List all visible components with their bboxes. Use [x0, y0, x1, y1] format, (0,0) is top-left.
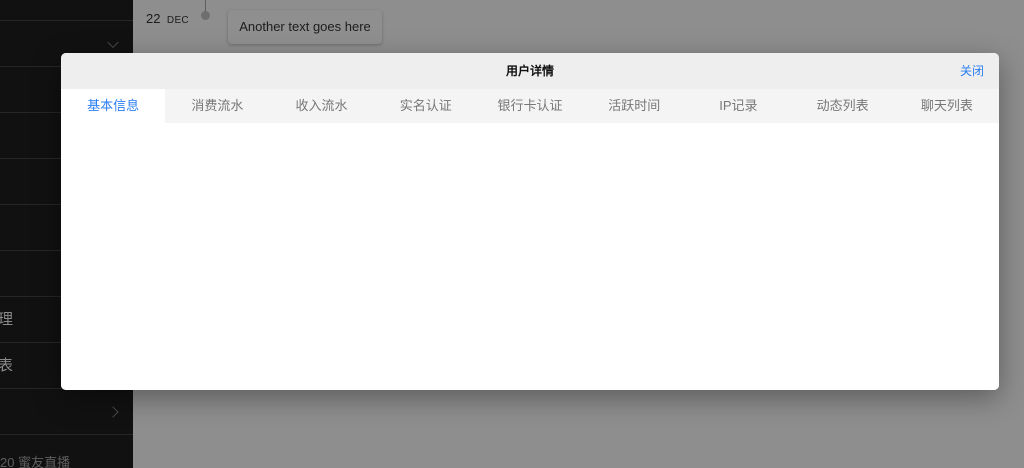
close-button[interactable]: 关闭 [960, 53, 984, 89]
chevron-down-icon [107, 36, 119, 48]
sidebar-item-label[interactable]: 20 蜜友直播 [0, 452, 70, 468]
user-details-modal: 用户详情 关闭 基本信息 消费流水 收入流水 实名认证 银行卡认证 活跃时间 I… [61, 53, 999, 390]
timeline-card: Another text goes here [228, 10, 382, 44]
tab-identity-verification[interactable]: 实名认证 [374, 89, 478, 123]
timeline-month: DEC [166, 15, 189, 26]
tab-active-time[interactable]: 活跃时间 [582, 89, 686, 123]
sidebar-item-label: 理 [0, 311, 14, 328]
tab-spending-history[interactable]: 消费流水 [165, 89, 269, 123]
tab-chat-list[interactable]: 聊天列表 [895, 89, 999, 123]
tab-bank-card-verification[interactable]: 银行卡认证 [478, 89, 582, 123]
chevron-right-icon [107, 405, 119, 418]
tab-income-history[interactable]: 收入流水 [269, 89, 373, 123]
modal-title: 用户详情 [505, 64, 554, 78]
sidebar-item[interactable] [0, 0, 133, 21]
tab-bar: 基本信息 消费流水 收入流水 实名认证 银行卡认证 活跃时间 IP记录 动态列表… [61, 89, 999, 123]
timeline-day: 22 [146, 11, 161, 26]
sidebar-item-label: 表 [0, 357, 14, 374]
timeline-date: 22 DEC [146, 10, 189, 28]
timeline-dot [201, 11, 210, 20]
tab-ip-records[interactable]: IP记录 [686, 89, 790, 123]
tab-basic-info[interactable]: 基本信息 [61, 89, 166, 123]
tab-posts-list[interactable]: 动态列表 [791, 89, 895, 123]
sidebar-item-expandable[interactable] [0, 389, 133, 435]
tab-content-panel [61, 123, 999, 390]
modal-header: 用户详情 关闭 [61, 53, 999, 89]
